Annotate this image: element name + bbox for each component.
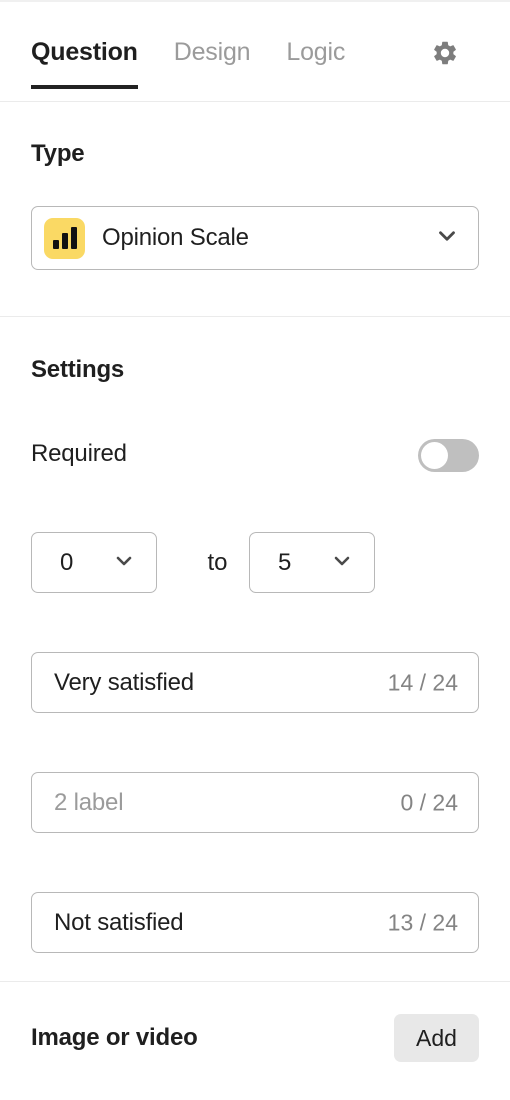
question-type-select[interactable]: Opinion Scale [31, 206, 479, 270]
tab-design[interactable]: Design [174, 2, 251, 102]
scale-end-select[interactable]: 5 [249, 532, 375, 593]
required-label: Required [31, 440, 127, 467]
scale-label-value-3: Not satisfied [54, 908, 184, 936]
tab-question[interactable]: Question [31, 2, 138, 102]
chevron-down-icon [330, 548, 354, 577]
add-media-button[interactable]: Add [394, 1014, 479, 1062]
char-counter-2: 0 / 24 [400, 789, 458, 815]
tab-bar: Question Design Logic [0, 2, 510, 102]
bar-chart-icon [44, 217, 85, 259]
required-toggle[interactable] [418, 439, 479, 472]
scale-label-value-1: Very satisfied [54, 668, 194, 696]
question-settings-panel: Question Design Logic Type Opinion Scale… [0, 0, 510, 1100]
range-to-text: to [207, 548, 228, 576]
toggle-knob [421, 442, 448, 469]
char-counter-1: 14 / 24 [387, 669, 458, 695]
tab-question-label: Question [31, 37, 138, 66]
scale-label-placeholder-2: 2 label [54, 788, 124, 816]
scale-label-input-1[interactable]: Very satisfied 14 / 24 [31, 652, 479, 713]
chevron-down-icon [434, 223, 460, 254]
char-counter-3: 13 / 24 [387, 909, 458, 935]
type-section-title: Type [31, 140, 85, 167]
scale-label-input-2[interactable]: 2 label 0 / 24 [31, 772, 479, 833]
scale-label-input-3[interactable]: Not satisfied 13 / 24 [31, 892, 479, 953]
tab-list: Question Design Logic [31, 2, 345, 102]
settings-section-title: Settings [31, 356, 125, 383]
scale-end-value: 5 [278, 548, 292, 576]
tab-logic-label: Logic [286, 37, 346, 66]
gear-icon [431, 39, 459, 67]
question-type-label: Opinion Scale [102, 224, 249, 251]
scale-range-row: 0 to 5 [31, 532, 479, 593]
scale-start-value: 0 [60, 548, 74, 576]
chevron-down-icon [112, 548, 136, 577]
settings-gear-button[interactable] [424, 38, 466, 68]
tab-logic[interactable]: Logic [286, 2, 345, 102]
tab-design-label: Design [173, 37, 251, 66]
image-or-video-label: Image or video [31, 1024, 198, 1051]
scale-start-select[interactable]: 0 [31, 532, 157, 593]
section-divider [0, 316, 510, 317]
footer-divider [0, 981, 510, 982]
